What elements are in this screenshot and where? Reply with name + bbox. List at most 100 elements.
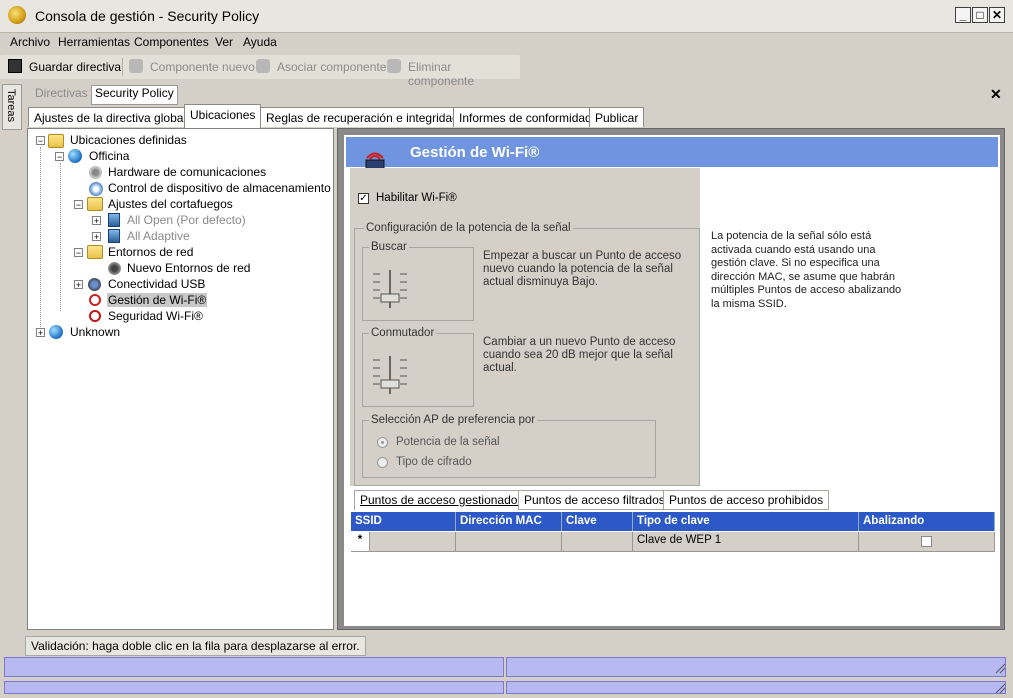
- tree-wifi-security[interactable]: Seguridad Wi-Fi®: [108, 309, 203, 323]
- tree-network-environments[interactable]: Entornos de red: [108, 245, 193, 259]
- tree-wifi-management[interactable]: Gestión de Wi-Fi®: [107, 293, 208, 307]
- column-key[interactable]: Clave: [562, 512, 633, 531]
- beaconing-checkbox[interactable]: [921, 536, 932, 547]
- enable-wifi-label: Habilitar Wi-Fi®: [376, 192, 457, 204]
- tab-prohibited-access-points[interactable]: Puntos de acceso prohibidos: [663, 490, 830, 510]
- tree-hardware[interactable]: Hardware de comunicaciones: [108, 165, 266, 179]
- firewall-icon: [108, 213, 120, 227]
- firewall-icon: [108, 229, 120, 243]
- tree-storage-control[interactable]: Control de dispositivo de almacenamiento: [108, 181, 331, 195]
- search-description: Empezar a buscar un Punto de acceso nuev…: [483, 250, 682, 288]
- close-document-icon[interactable]: ✕: [990, 86, 1002, 103]
- tab-managed-access-points[interactable]: Puntos de acceso gestionados: [354, 490, 530, 510]
- status-bar-left: [4, 657, 504, 677]
- globe-icon: [68, 149, 82, 163]
- folder-icon: [48, 134, 64, 148]
- ap-preference-label: Selección AP de preferencia por: [369, 414, 538, 426]
- resize-grip-icon[interactable]: [994, 682, 1006, 694]
- locations-tree: − Ubicaciones definidas − Officina Hardw…: [27, 128, 334, 630]
- tree-firewall-settings[interactable]: Ajustes del cortafuegos: [108, 197, 233, 211]
- usb-icon: [88, 278, 101, 291]
- associate-component-button[interactable]: Asociar componente: [277, 60, 386, 74]
- panel-title: Gestión de Wi-Fi®: [410, 144, 540, 161]
- cipher-type-option: Tipo de cifrado: [396, 456, 472, 468]
- tareas-panel-tab[interactable]: Tareas: [2, 84, 22, 130]
- expander-collapse[interactable]: −: [74, 200, 83, 210]
- wifi-security-icon: [89, 310, 101, 322]
- tab-filtered-access-points[interactable]: Puntos de acceso filtrados: [518, 490, 671, 510]
- key-type-cell[interactable]: Clave de WEP 1: [633, 532, 859, 552]
- tab-recovery-rules[interactable]: Reglas de recuperación e integridad: [260, 107, 465, 127]
- search-label: Buscar: [369, 241, 409, 253]
- tab-directivas[interactable]: Directivas: [35, 86, 88, 104]
- save-directive-button[interactable]: Guardar directiva: [29, 60, 121, 74]
- maximize-button[interactable]: □: [972, 7, 988, 23]
- tab-ubicaciones[interactable]: Ubicaciones: [184, 104, 262, 128]
- tareas-label: Tareas: [5, 89, 17, 123]
- switch-slider[interactable]: [370, 354, 410, 396]
- enable-wifi-checkbox[interactable]: ✓: [358, 193, 369, 204]
- resize-grip-icon[interactable]: [994, 662, 1006, 674]
- new-component-button[interactable]: Componente nuevo: [150, 60, 255, 74]
- column-ssid[interactable]: SSID: [351, 512, 456, 531]
- tree-new-network-environment[interactable]: Nuevo Entornos de red: [127, 261, 250, 275]
- menu-bar: Archivo Herramientas Componentes Ver Ayu…: [0, 33, 1013, 53]
- tree-all-adaptive[interactable]: All Adaptive: [127, 229, 190, 243]
- expander-collapse[interactable]: −: [36, 136, 45, 146]
- globe-icon: [49, 325, 63, 339]
- menu-ver[interactable]: Ver: [215, 35, 233, 49]
- expander-expand[interactable]: +: [92, 216, 101, 226]
- tree-usb-connectivity[interactable]: Conectividad USB: [108, 277, 205, 291]
- expander-expand[interactable]: +: [36, 328, 45, 338]
- tree-line: [60, 163, 61, 311]
- tree-line: [40, 147, 41, 335]
- column-key-type[interactable]: Tipo de clave: [633, 512, 859, 531]
- app-icon: [8, 6, 26, 24]
- close-button[interactable]: ✕: [989, 7, 1005, 23]
- status-bar-right: [506, 657, 1006, 677]
- expander-collapse[interactable]: −: [74, 248, 83, 258]
- tab-global-settings[interactable]: Ajustes de la directiva global: [28, 107, 193, 127]
- signal-strength-radio[interactable]: [377, 437, 388, 448]
- hardware-icon: [89, 166, 102, 179]
- tab-publicar[interactable]: Publicar: [589, 107, 645, 127]
- ssid-cell[interactable]: [370, 532, 456, 552]
- switch-label: Conmutador: [369, 327, 437, 339]
- signal-info-text: La potencia de la señal sólo está activa…: [711, 230, 902, 310]
- key-cell[interactable]: [562, 532, 633, 552]
- associate-component-icon: [256, 59, 270, 73]
- expander-collapse[interactable]: −: [55, 152, 64, 162]
- tree-all-open[interactable]: All Open (Por defecto): [127, 213, 246, 227]
- cipher-type-radio[interactable]: [377, 457, 388, 468]
- switch-description: Cambiar a un nuevo Punto de acceso cuand…: [483, 336, 676, 374]
- delete-component-button[interactable]: Eliminar componente: [408, 60, 520, 88]
- new-component-icon: [129, 59, 143, 73]
- menu-herramientas[interactable]: Herramientas: [58, 35, 130, 49]
- folder-icon: [87, 197, 103, 211]
- folder-icon: [87, 245, 103, 259]
- window-title: Consola de gestión - Security Policy: [35, 8, 260, 24]
- new-row-marker: *: [351, 532, 370, 552]
- tab-compliance-reports[interactable]: Informes de conformidad: [453, 107, 598, 127]
- menu-ayuda[interactable]: Ayuda: [243, 35, 277, 49]
- save-icon: [8, 59, 22, 73]
- expander-expand[interactable]: +: [92, 232, 101, 242]
- delete-component-icon: [387, 59, 401, 73]
- validation-status: Validación: haga doble clic en la fila p…: [25, 636, 366, 656]
- wifi-icon: [89, 294, 101, 306]
- minimize-button[interactable]: _: [955, 7, 971, 23]
- status-bar-bottom-right: [506, 681, 1006, 694]
- column-beaconing[interactable]: Abalizando: [859, 512, 995, 531]
- tree-ubicaciones-definidas[interactable]: Ubicaciones definidas: [70, 133, 187, 147]
- column-mac-address[interactable]: Dirección MAC: [456, 512, 562, 531]
- tab-security-policy[interactable]: Security Policy: [91, 85, 178, 105]
- search-slider[interactable]: [370, 268, 410, 310]
- signal-strength-option: Potencia de la señal: [396, 436, 500, 448]
- menu-componentes[interactable]: Componentes: [134, 35, 209, 49]
- menu-archivo[interactable]: Archivo: [10, 35, 50, 49]
- expander-expand[interactable]: +: [74, 280, 83, 290]
- status-bar-bottom-left: [4, 681, 504, 694]
- tree-officina[interactable]: Officina: [89, 149, 129, 163]
- tree-unknown[interactable]: Unknown: [70, 325, 120, 339]
- mac-address-cell[interactable]: [456, 532, 562, 552]
